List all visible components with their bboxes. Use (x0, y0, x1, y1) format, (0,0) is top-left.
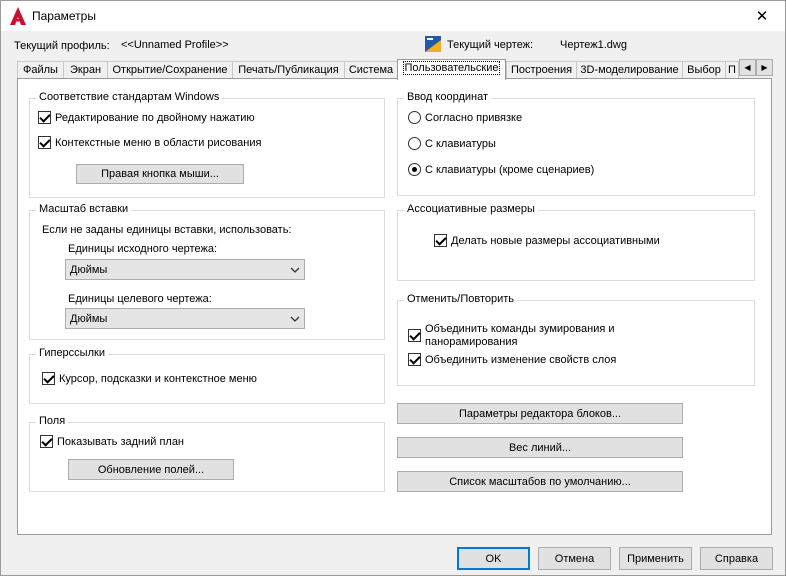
tab-system[interactable]: Система (344, 61, 398, 79)
target-units-label: Единицы целевого чертежа: (68, 293, 212, 305)
tab-selection[interactable]: Выбор (682, 61, 726, 79)
user-preferences-panel: Соответствие стандартам Windows Редактир… (17, 78, 772, 535)
target-units-select[interactable]: Дюймы (65, 308, 305, 329)
radio-keyboard-entry[interactable]: С клавиатуры (408, 137, 496, 150)
apply-button[interactable]: Применить (619, 547, 692, 570)
autocad-icon (10, 7, 26, 25)
checkbox-box (40, 435, 53, 448)
cancel-button[interactable]: Отмена (538, 547, 611, 570)
help-button[interactable]: Справка (700, 547, 773, 570)
source-units-select[interactable]: Дюймы (65, 259, 305, 280)
field-background-checkbox[interactable]: Показывать задний план (40, 435, 184, 448)
tab-files[interactable]: Файлы (17, 61, 64, 79)
current-drawing-label: Текущий чертеж: (447, 39, 534, 51)
insertion-scale-group: Масштаб вставки Если не заданы единицы в… (29, 203, 385, 340)
block-editor-settings-button[interactable]: Параметры редактора блоков... (397, 403, 683, 424)
close-button[interactable]: ✕ (739, 1, 785, 31)
tab-scroll-right-button[interactable]: ▶ (756, 59, 773, 76)
current-profile-value: <<Unnamed Profile>> (121, 39, 229, 51)
title-bar: Параметры ✕ (1, 1, 785, 31)
checkbox-box (38, 136, 51, 149)
group-title: Отменить/Повторить (404, 293, 518, 305)
tab-strip: Файлы Экран Открытие/Сохранение Печать/П… (17, 59, 773, 80)
right-click-customization-button[interactable]: Правая кнопка мыши... (76, 164, 244, 184)
radio-label: Согласно привязке (425, 111, 523, 124)
checkbox-box (408, 329, 421, 342)
group-title: Ввод координат (404, 91, 491, 103)
window-title: Параметры (32, 9, 96, 23)
close-icon: ✕ (755, 8, 769, 25)
group-title: Масштаб вставки (36, 203, 132, 215)
group-title: Гиперссылки (36, 347, 108, 359)
fields-group: Поля Показывать задний план Обновление п… (29, 415, 385, 492)
hyperlinks-group: Гиперссылки Курсор, подсказки и контекст… (29, 347, 385, 404)
group-title: Ассоциативные размеры (404, 203, 538, 215)
current-profile-label: Текущий профиль: (14, 40, 110, 52)
associative-dimensions-checkbox[interactable]: Делать новые размеры ассоциативными (434, 234, 660, 247)
radio-circle (408, 163, 421, 176)
chevron-left-icon: ◀ (744, 63, 751, 72)
radio-circle (408, 111, 421, 124)
checkbox-label: Курсор, подсказки и контекстное меню (59, 372, 257, 385)
tab-drafting[interactable]: Построения (506, 61, 577, 79)
checkbox-box (38, 111, 51, 124)
double-click-editing-checkbox[interactable]: Редактирование по двойному нажатию (38, 111, 255, 124)
undo-redo-group: Отменить/Повторить Объединить команды зу… (397, 293, 755, 386)
windows-standard-group: Соответствие стандартам Windows Редактир… (29, 91, 385, 198)
tab-open-save[interactable]: Открытие/Сохранение (107, 61, 233, 79)
source-units-label: Единицы исходного чертежа: (68, 243, 217, 255)
radio-running-osnap[interactable]: Согласно привязке (408, 111, 522, 124)
chevron-down-icon (290, 314, 300, 322)
field-update-settings-button[interactable]: Обновление полей... (68, 459, 234, 480)
checkbox-label: Контекстные меню в области рисования (55, 136, 262, 149)
checkbox-label: Объединить изменение свойств слоя (425, 353, 617, 366)
tab-user-preferences[interactable]: Пользовательские (397, 59, 506, 80)
coordinate-input-group: Ввод координат Согласно привязке С клави… (397, 91, 755, 196)
radio-keyboard-except-scripts[interactable]: С клавиатуры (кроме сценариев) (408, 163, 594, 176)
current-drawing-value: Чертеж1.dwg (560, 39, 627, 51)
checkbox-box (42, 372, 55, 385)
checkbox-label: Делать новые размеры ассоциативными (451, 234, 660, 247)
tab-scroll-left-button[interactable]: ◀ (739, 59, 756, 76)
radio-label: С клавиатуры (425, 137, 496, 150)
chevron-down-icon (290, 265, 300, 273)
checkbox-label: Редактирование по двойному нажатию (55, 111, 255, 124)
checkbox-box (408, 353, 421, 366)
radio-circle (408, 137, 421, 150)
group-title: Соответствие стандартам Windows (36, 91, 223, 103)
insertion-hint: Если не заданы единицы вставки, использо… (42, 224, 292, 236)
combine-layer-property-checkbox[interactable]: Объединить изменение свойств слоя (408, 353, 616, 366)
group-title: Поля (36, 415, 69, 427)
radio-label: С клавиатуры (кроме сценариев) (425, 163, 595, 176)
chevron-right-icon: ▶ (761, 63, 768, 72)
combine-zoom-pan-checkbox[interactable]: Объединить команды зумирования и панорам… (408, 323, 635, 349)
checkbox-label: Показывать задний план (57, 435, 185, 448)
tab-plot-publish[interactable]: Печать/Публикация (232, 61, 345, 79)
tab-3d-modeling[interactable]: 3D-моделирование (576, 61, 683, 79)
associative-dimensions-group: Ассоциативные размеры Делать новые разме… (397, 203, 755, 281)
tab-display[interactable]: Экран (63, 61, 108, 79)
drawing-file-icon (425, 36, 441, 52)
checkbox-label: Объединить команды зумирования и панорам… (425, 323, 615, 348)
tab-profiles[interactable]: П (725, 61, 739, 79)
default-scale-list-button[interactable]: Список масштабов по умолчанию... (397, 471, 683, 492)
options-dialog: Параметры ✕ Текущий профиль: <<Unnamed P… (0, 0, 786, 576)
context-menus-checkbox[interactable]: Контекстные меню в области рисования (38, 136, 261, 149)
checkbox-box (434, 234, 447, 247)
lineweight-settings-button[interactable]: Вес линий... (397, 437, 683, 458)
hyperlink-cursor-checkbox[interactable]: Курсор, подсказки и контекстное меню (42, 372, 257, 385)
ok-button[interactable]: OK (457, 547, 530, 570)
